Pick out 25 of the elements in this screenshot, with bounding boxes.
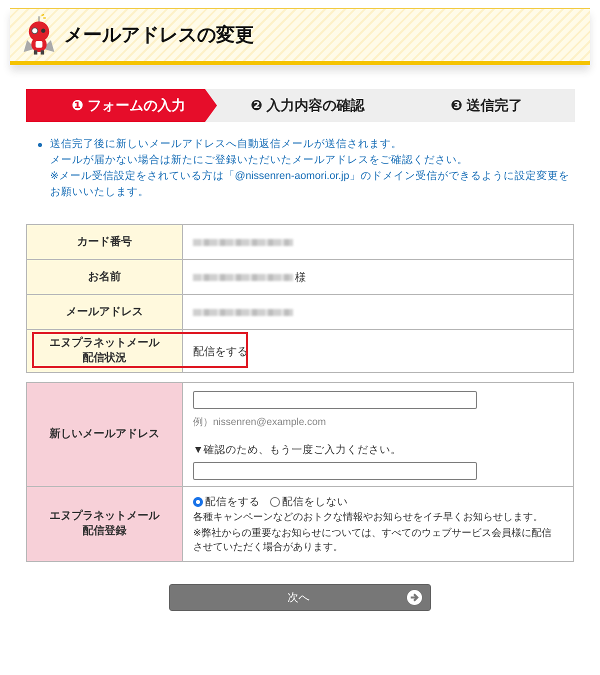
honorific-text: 様 — [295, 270, 306, 284]
field-label: エヌプラネットメール配信登録 — [27, 487, 183, 561]
radio-button[interactable] — [270, 497, 280, 507]
notice-text: ※メール受信設定をされている方は「@nissenren-aomori.or.jp」のドメイン受信ができるように設定変更をお願いいたします。 — [50, 169, 570, 200]
field-label: お名前 — [27, 260, 183, 294]
notice-text: 送信完了後に新しいメールアドレスへ自動返信メールが送信されます。 — [50, 137, 403, 152]
field-label: カード番号 — [27, 225, 183, 259]
option-label[interactable]: 配信をする — [205, 495, 260, 509]
confirm-email-input-field[interactable] — [193, 462, 477, 480]
next-button[interactable]: 次へ — [169, 584, 431, 611]
arrow-right-icon — [407, 590, 422, 605]
confirm-label: ▼確認のため、もう一度ご入力ください。 — [193, 443, 402, 457]
field-label: 新しいメールアドレス — [27, 383, 183, 486]
hint-text: 例）nissenren@example.com — [193, 416, 326, 429]
email-input-field[interactable] — [193, 391, 477, 409]
field-label: メールアドレス — [27, 295, 183, 329]
field-label: エヌプラネットメール配信状況 — [27, 330, 183, 372]
option-label[interactable]: 配信をしない — [282, 495, 348, 509]
radio-button[interactable] — [193, 497, 203, 507]
description-text: ※弊社からの重要なお知らせについては、すべてのウェブサービス会員様に配信させていただく場合があります。 — [193, 527, 552, 555]
description-text: 各種キャンペーンなどのおトクな情報やお知らせをイチ早くお知らせします。 — [193, 511, 544, 525]
bullet-icon — [38, 143, 42, 147]
page-title: メールアドレスの変更 — [64, 24, 254, 48]
robot-icon — [22, 14, 56, 56]
notice-text: メールが届かない場合は新たにご登録いただいたメールアドレスをご確認ください。 — [50, 153, 469, 168]
